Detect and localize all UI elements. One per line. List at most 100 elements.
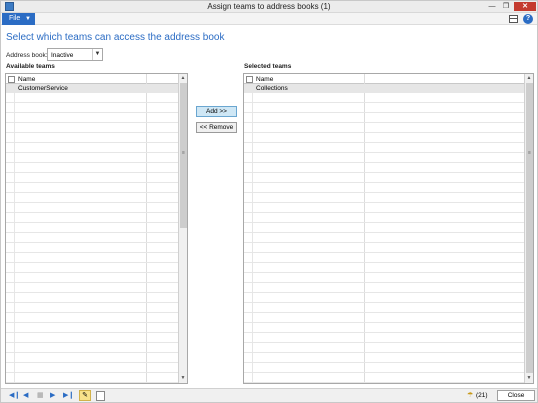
table-row[interactable] bbox=[6, 234, 179, 243]
grid-header: Name bbox=[6, 74, 179, 84]
table-row[interactable] bbox=[244, 124, 525, 133]
notification-count[interactable]: (21) bbox=[476, 392, 488, 399]
table-row[interactable] bbox=[244, 294, 525, 303]
table-row[interactable] bbox=[6, 214, 179, 223]
first-record-icon[interactable]: ◀❙ bbox=[9, 392, 20, 400]
table-row[interactable] bbox=[244, 354, 525, 363]
table-row[interactable] bbox=[6, 264, 179, 273]
table-row[interactable] bbox=[6, 154, 179, 163]
table-row[interactable] bbox=[6, 254, 179, 263]
table-row[interactable] bbox=[244, 234, 525, 243]
notification-bell-icon[interactable]: ☂ bbox=[467, 391, 476, 400]
address-book-value: Inactive bbox=[51, 52, 74, 59]
table-row[interactable] bbox=[6, 114, 179, 123]
address-book-select[interactable]: Inactive ▼ bbox=[47, 48, 103, 61]
table-row[interactable] bbox=[6, 374, 179, 383]
file-menu[interactable]: File ▼ bbox=[2, 13, 35, 25]
minimize-icon[interactable]: — bbox=[486, 2, 498, 11]
table-row[interactable] bbox=[244, 174, 525, 183]
table-row[interactable] bbox=[6, 104, 179, 113]
team-name-cell: CustomerService bbox=[18, 85, 68, 92]
name-column-header[interactable]: Name bbox=[256, 76, 273, 83]
table-row[interactable] bbox=[244, 254, 525, 263]
table-row[interactable] bbox=[244, 154, 525, 163]
table-row[interactable] bbox=[6, 94, 179, 103]
table-row[interactable] bbox=[6, 364, 179, 373]
table-row[interactable] bbox=[6, 194, 179, 203]
table-row[interactable] bbox=[6, 284, 179, 293]
table-row[interactable] bbox=[6, 174, 179, 183]
table-row[interactable] bbox=[6, 124, 179, 133]
table-row[interactable] bbox=[244, 244, 525, 253]
grid-view-icon[interactable]: ▦ bbox=[37, 392, 44, 400]
close-icon[interactable]: ✕ bbox=[514, 2, 536, 11]
table-row[interactable] bbox=[6, 314, 179, 323]
table-row[interactable] bbox=[6, 274, 179, 283]
table-row[interactable] bbox=[6, 134, 179, 143]
table-row[interactable] bbox=[244, 134, 525, 143]
close-button[interactable]: Close bbox=[497, 390, 535, 401]
table-row[interactable] bbox=[6, 344, 179, 353]
scroll-up-icon[interactable]: ▲ bbox=[525, 74, 533, 83]
attachment-icon[interactable] bbox=[96, 391, 105, 401]
table-row[interactable] bbox=[6, 164, 179, 173]
table-row[interactable]: Collections bbox=[244, 84, 525, 93]
table-row[interactable] bbox=[6, 334, 179, 343]
table-row[interactable] bbox=[244, 284, 525, 293]
table-row[interactable] bbox=[244, 204, 525, 213]
previous-record-icon[interactable]: ◀ bbox=[23, 392, 28, 400]
remove-button[interactable]: << Remove bbox=[196, 122, 237, 133]
last-record-icon[interactable]: ▶❙ bbox=[63, 392, 74, 400]
vertical-scrollbar[interactable]: ▲ ≡ ▼ bbox=[178, 74, 187, 383]
maximize-icon[interactable]: ❒ bbox=[500, 2, 512, 11]
help-icon[interactable]: ? bbox=[523, 14, 533, 24]
menu-bar: File ▼ ? bbox=[1, 13, 537, 25]
table-row[interactable] bbox=[244, 264, 525, 273]
table-row[interactable] bbox=[244, 364, 525, 373]
table-row[interactable] bbox=[244, 344, 525, 353]
table-row[interactable] bbox=[244, 314, 525, 323]
selected-teams-grid[interactable]: Name Collections ▲ ≡ ▼ bbox=[243, 73, 534, 384]
table-row[interactable] bbox=[244, 184, 525, 193]
scroll-up-icon[interactable]: ▲ bbox=[179, 74, 187, 83]
table-row[interactable] bbox=[244, 144, 525, 153]
table-row[interactable] bbox=[244, 324, 525, 333]
table-row[interactable] bbox=[6, 304, 179, 313]
vertical-scrollbar[interactable]: ▲ ≡ ▼ bbox=[524, 74, 533, 383]
table-row[interactable] bbox=[244, 194, 525, 203]
chevron-down-icon[interactable]: ▼ bbox=[92, 49, 102, 60]
table-row[interactable] bbox=[244, 114, 525, 123]
table-row[interactable] bbox=[244, 274, 525, 283]
layout-icon[interactable] bbox=[509, 15, 518, 23]
table-row[interactable] bbox=[244, 94, 525, 103]
table-row[interactable] bbox=[6, 324, 179, 333]
grip-icon: ≡ bbox=[182, 150, 185, 156]
table-row[interactable] bbox=[244, 164, 525, 173]
scroll-thumb[interactable]: ≡ bbox=[526, 83, 533, 373]
table-row[interactable] bbox=[6, 244, 179, 253]
name-column-header[interactable]: Name bbox=[18, 76, 35, 83]
table-row[interactable] bbox=[244, 224, 525, 233]
available-teams-grid[interactable]: Name CustomerService ▲ ≡ ▼ bbox=[5, 73, 188, 384]
table-row[interactable] bbox=[244, 334, 525, 343]
table-row[interactable] bbox=[244, 214, 525, 223]
next-record-icon[interactable]: ▶ bbox=[50, 392, 55, 400]
table-row[interactable]: CustomerService bbox=[6, 84, 179, 93]
table-row[interactable] bbox=[6, 354, 179, 363]
scroll-thumb[interactable]: ≡ bbox=[180, 83, 187, 228]
table-row[interactable] bbox=[6, 204, 179, 213]
table-row[interactable] bbox=[6, 224, 179, 233]
grip-icon: ≡ bbox=[528, 150, 531, 156]
add-button[interactable]: Add >> bbox=[196, 106, 237, 117]
select-all-checkbox[interactable] bbox=[8, 76, 15, 83]
table-row[interactable] bbox=[244, 104, 525, 113]
table-row[interactable] bbox=[244, 374, 525, 383]
table-row[interactable] bbox=[6, 184, 179, 193]
table-row[interactable] bbox=[6, 294, 179, 303]
table-row[interactable] bbox=[6, 144, 179, 153]
scroll-down-icon[interactable]: ▼ bbox=[179, 374, 187, 383]
edit-pencil-icon[interactable]: ✎ bbox=[79, 390, 91, 401]
table-row[interactable] bbox=[244, 304, 525, 313]
scroll-down-icon[interactable]: ▼ bbox=[525, 374, 533, 383]
select-all-checkbox[interactable] bbox=[246, 76, 253, 83]
